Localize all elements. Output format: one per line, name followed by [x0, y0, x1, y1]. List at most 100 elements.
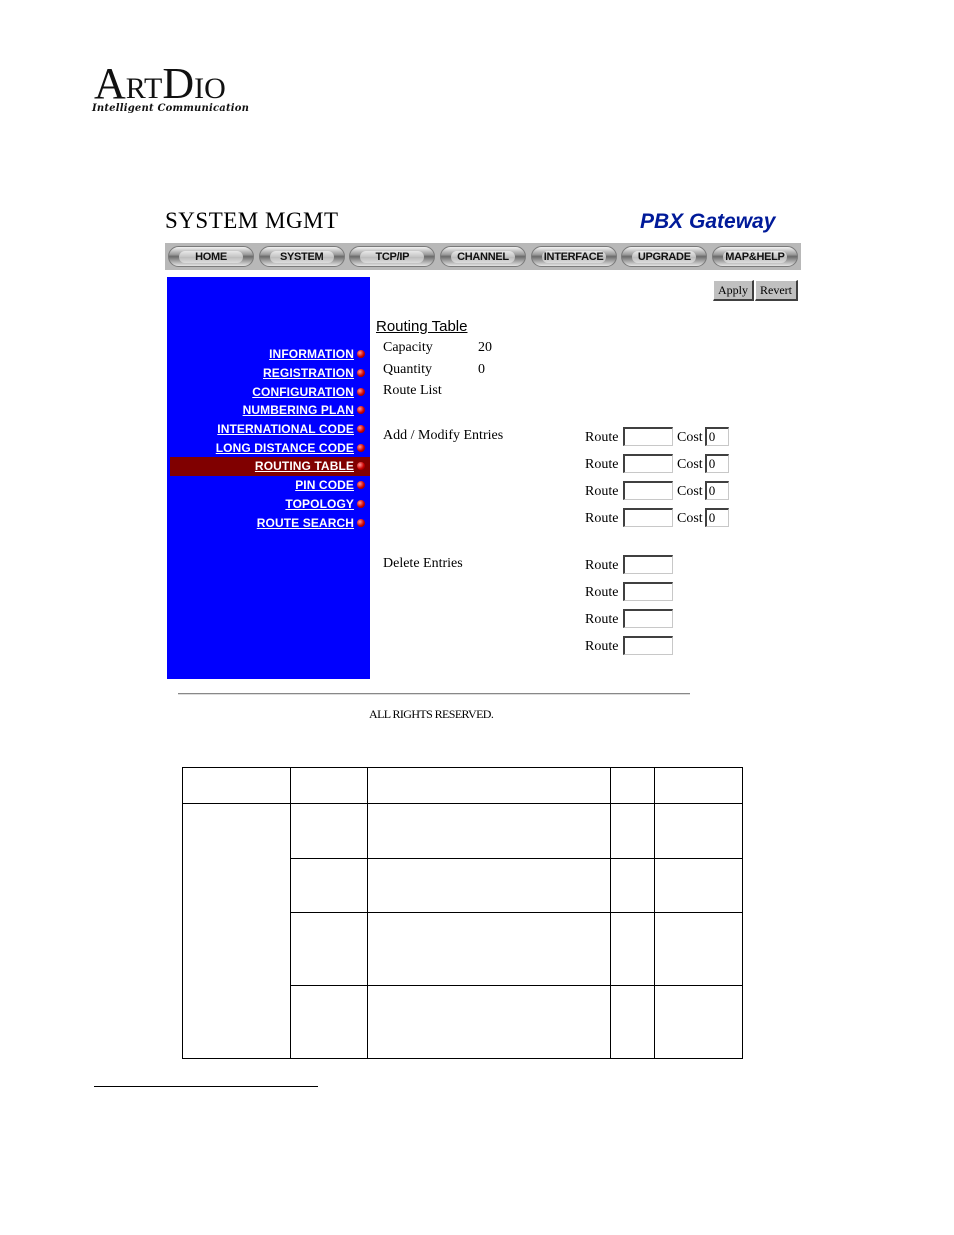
cost-label: Cost: [677, 457, 703, 472]
quantity-label: Quantity: [383, 362, 432, 377]
section-title: SYSTEM MGMT: [165, 208, 339, 233]
delete-route-input[interactable]: [623, 636, 673, 655]
nav-tab-tcpip[interactable]: TCP/IP: [349, 246, 436, 267]
table-cell: [610, 767, 655, 804]
add-cost-input[interactable]: [704, 481, 729, 500]
table-cell: [654, 803, 743, 859]
route-list-label: Route List: [383, 383, 442, 398]
sidebar-item-label[interactable]: ROUTE SEARCH: [257, 516, 354, 530]
sidebar-item-route-search[interactable]: ROUTE SEARCH: [167, 513, 370, 532]
table-cell: [610, 803, 655, 859]
revert-button[interactable]: Revert: [755, 280, 798, 301]
sidebar-item-label[interactable]: ROUTING TABLE: [255, 459, 354, 473]
table-header-row: [182, 767, 743, 804]
table-cell: [290, 985, 368, 1059]
sidebar-item-numbering-plan[interactable]: NUMBERING PLAN: [167, 401, 370, 420]
route-label: Route: [585, 430, 619, 445]
table-cell: [182, 767, 291, 804]
sidebar-item-label[interactable]: REGISTRATION: [263, 366, 354, 380]
add-modify-label: Add / Modify Entries: [383, 428, 504, 443]
add-route-input[interactable]: [623, 454, 673, 473]
sidebar-item-label[interactable]: LONG DISTANCE CODE: [216, 441, 354, 455]
nav-tab-label: INTERFACE: [543, 250, 604, 263]
capacity-value: 20: [478, 340, 492, 355]
nav-tab-home[interactable]: HOME: [168, 246, 254, 267]
nav-tab-channel[interactable]: CHANNEL: [439, 246, 526, 267]
table-cell: [290, 858, 368, 913]
delete-route-input[interactable]: [623, 582, 673, 601]
delete-entry-row: Route: [585, 609, 673, 628]
sidebar-item-label[interactable]: INTERNATIONAL CODE: [217, 422, 354, 436]
page-title: Routing Table: [376, 318, 468, 335]
table-cell: [367, 767, 611, 804]
add-entry-row: Route Cost: [585, 454, 729, 473]
table-cell: [610, 912, 655, 986]
table-cell: [654, 985, 743, 1059]
sidebar-item-long-distance-code[interactable]: LONG DISTANCE CODE: [167, 438, 370, 457]
cost-label: Cost: [677, 430, 703, 445]
sidebar-menu: INFORMATION REGISTRATION CONFIGURATION N…: [167, 345, 370, 532]
footnote-separator: [94, 1086, 318, 1087]
delete-entry-row: Route: [585, 582, 673, 601]
nav-tab-label: MAP&HELP: [725, 250, 785, 263]
product-title: PBX Gateway: [640, 210, 776, 233]
table-cell: [367, 858, 611, 913]
sidebar-item-label[interactable]: CONFIGURATION: [252, 385, 354, 399]
nav-tab-label: TCP/IP: [375, 250, 410, 263]
table-cell: [290, 803, 368, 859]
table-cell: [182, 803, 291, 1059]
add-entry-row: Route Cost: [585, 427, 729, 446]
route-label: Route: [585, 484, 619, 499]
table-cell: [654, 858, 743, 913]
table-cell: [290, 912, 368, 986]
nav-tab-map-help[interactable]: MAP&HELP: [711, 246, 798, 267]
table-cell: [367, 985, 611, 1059]
bullet-icon: [357, 481, 365, 490]
sidebar-item-registration[interactable]: REGISTRATION: [167, 364, 370, 383]
sidebar-item-label[interactable]: TOPOLOGY: [285, 497, 354, 511]
nav-tab-interface[interactable]: INTERFACE: [530, 246, 617, 267]
bullet-icon: [357, 462, 365, 471]
add-route-input[interactable]: [623, 481, 673, 500]
table-cell: [367, 803, 611, 859]
sidebar-item-pin-code[interactable]: PIN CODE: [167, 476, 370, 495]
sidebar-item-routing-table[interactable]: ROUTING TABLE: [170, 457, 370, 476]
apply-button[interactable]: Apply: [713, 280, 754, 301]
bullet-icon: [357, 518, 365, 527]
cost-label: Cost: [677, 511, 703, 526]
bullet-icon: [357, 425, 365, 434]
table-row: [182, 803, 743, 1059]
main-nav-bar: HOME SYSTEM TCP/IP CHANNEL INTERFACE UPG…: [165, 243, 801, 270]
delete-entry-row: Route: [585, 555, 673, 574]
add-route-input[interactable]: [623, 508, 673, 527]
bullet-icon: [357, 350, 365, 359]
sidebar-item-international-code[interactable]: INTERNATIONAL CODE: [167, 420, 370, 439]
sidebar-item-label[interactable]: PIN CODE: [295, 478, 354, 492]
bullet-icon: [357, 406, 365, 415]
quantity-value: 0: [478, 362, 485, 377]
delete-route-input[interactable]: [623, 609, 673, 628]
logo-letters-rt: RT: [125, 72, 163, 105]
add-cost-input[interactable]: [704, 508, 729, 527]
add-cost-input[interactable]: [704, 454, 729, 473]
add-cost-input[interactable]: [704, 427, 729, 446]
sidebar-item-configuration[interactable]: CONFIGURATION: [167, 382, 370, 401]
delete-entry-row: Route: [585, 636, 673, 655]
add-route-input[interactable]: [623, 427, 673, 446]
artdio-logo: ARTDIO Intelligent Communication: [92, 62, 252, 122]
nav-tab-system[interactable]: SYSTEM: [258, 246, 345, 267]
route-label: Route: [585, 558, 619, 573]
nav-tab-upgrade[interactable]: UPGRADE: [621, 246, 708, 267]
route-label: Route: [585, 585, 619, 600]
add-entry-row: Route Cost: [585, 508, 729, 527]
table-cell: [610, 985, 655, 1059]
bullet-icon: [357, 443, 365, 452]
bullet-icon: [357, 369, 365, 378]
sidebar-item-topology[interactable]: TOPOLOGY: [167, 495, 370, 514]
nav-tab-label: CHANNEL: [457, 250, 509, 263]
sidebar-item-label[interactable]: INFORMATION: [269, 347, 354, 361]
sidebar-item-information[interactable]: INFORMATION: [167, 345, 370, 364]
delete-route-input[interactable]: [623, 555, 673, 574]
bullet-icon: [357, 387, 365, 396]
sidebar-item-label[interactable]: NUMBERING PLAN: [243, 403, 354, 417]
